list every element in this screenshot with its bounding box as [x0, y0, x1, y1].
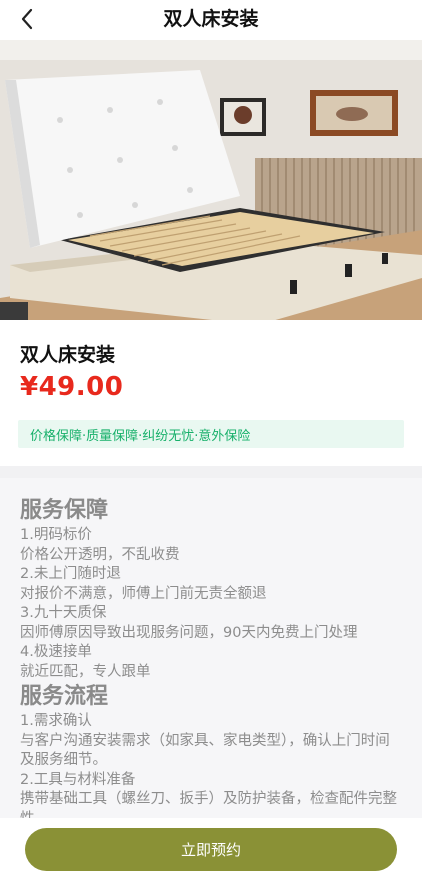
detail-line: 3.九十天质保 — [20, 605, 107, 621]
detail-line: 价格公开透明，不乱收费 — [20, 546, 180, 563]
book-now-button[interactable]: 立即预约 — [25, 828, 397, 871]
guarantee-banner: 价格保障·质量保障·纠纷无忧·意外保险 — [18, 420, 404, 448]
top-bar: 双人床安装 — [0, 0, 422, 38]
detail-line: 2.未上门随时退 — [20, 566, 121, 582]
detail-line: 与客户沟通安装需求（如家具、家电类型），确认上门时间及服务细节。 — [20, 732, 390, 769]
product-price: ¥49.00 — [20, 372, 124, 402]
section-title-guarantee: 服务保障 — [20, 498, 109, 523]
detail-line: 1.需求确认 — [20, 713, 92, 729]
product-info-card: 双人床安装 ¥49.00 价格保障·质量保障·纠纷无忧·意外保险 — [0, 320, 422, 466]
detail-line: 就近匹配，专人跟单 — [20, 663, 151, 680]
product-image — [0, 40, 422, 320]
guarantee-text: 价格保障·质量保障·纠纷无忧·意外保险 — [30, 429, 251, 444]
detail-line: 4.极速接单 — [20, 644, 92, 660]
section-divider — [0, 466, 422, 478]
section-title-process: 服务流程 — [20, 684, 109, 709]
detail-line: 1.明码标价 — [20, 527, 92, 543]
service-details: 服务保障 1.明码标价 价格公开透明，不乱收费 2.未上门随时退 对报价不满意，… — [0, 478, 422, 818]
detail-line: 2.工具与材料准备 — [20, 771, 136, 788]
page-title: 双人床安装 — [163, 8, 259, 30]
detail-line: 因师傅原因导致出现服务问题，90天内免费上门处理 — [20, 624, 358, 641]
detail-line: 对报价不满意，师傅上门前无责全额退 — [20, 585, 267, 602]
product-name: 双人床安装 — [20, 344, 116, 366]
detail-line: 携带基础工具（螺丝刀、扳手）及防护装备，检查配件完整性。 — [20, 791, 397, 818]
bottom-action-bar: 立即预约 — [0, 818, 422, 876]
